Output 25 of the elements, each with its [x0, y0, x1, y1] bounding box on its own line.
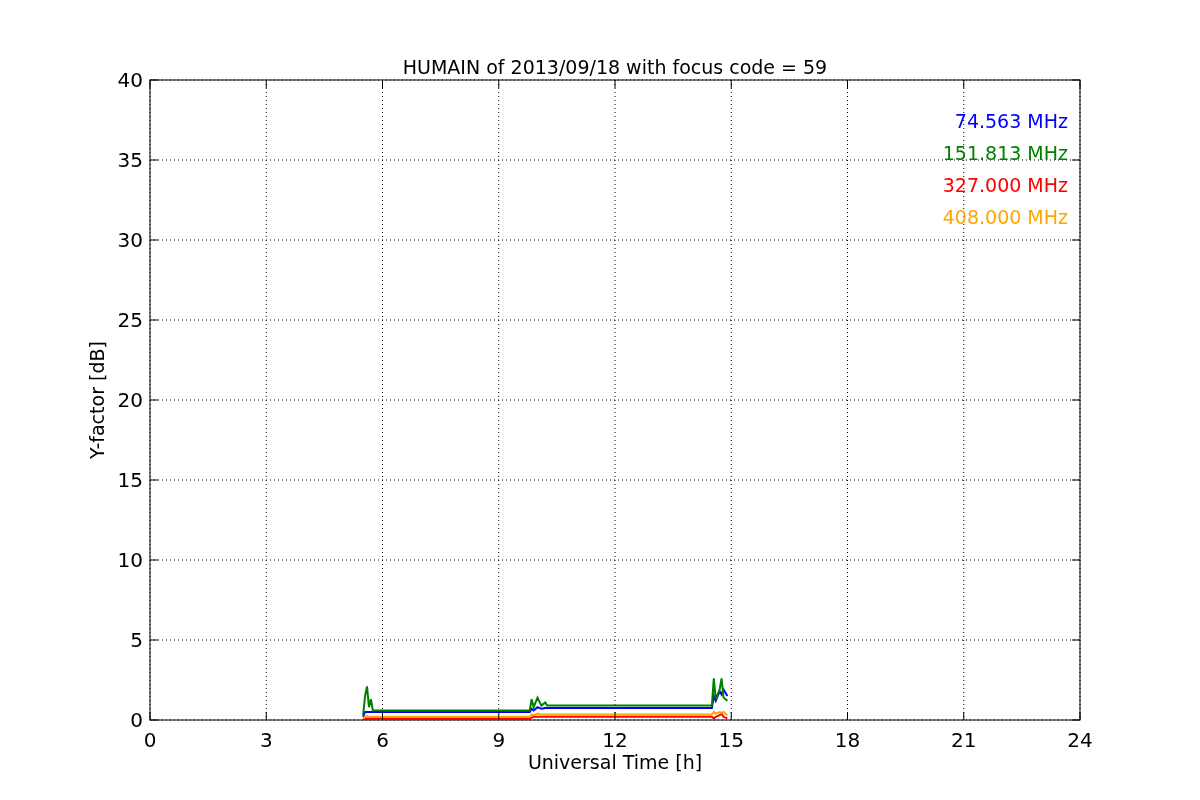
axis-tick-label: 6 [376, 728, 389, 752]
axis-tick-label: 0 [130, 708, 143, 732]
axis-tick-label: 25 [117, 308, 143, 332]
axis-tick-label: 12 [602, 728, 628, 752]
legend-label: 408.000 MHz [942, 206, 1068, 228]
axis-tick-label: 20 [117, 388, 143, 412]
legend-label: 74.563 MHz [954, 110, 1068, 132]
axis-tick-label: 18 [834, 728, 861, 752]
axis-tick-label: 5 [130, 628, 143, 652]
chart-title: HUMAIN of 2013/09/18 with focus code = 59 [402, 56, 828, 78]
legend-label: 151.813 MHz [942, 142, 1068, 164]
axis-tick-label: 9 [492, 728, 506, 752]
axis-tick-label: 40 [117, 68, 143, 92]
axis-tick-label: 24 [1067, 728, 1093, 752]
axis-tick-label: 0 [143, 728, 157, 752]
legend-label: 327.000 MHz [942, 174, 1068, 196]
y-axis-label: Y-factor [dB] [86, 341, 108, 459]
axis-tick-label: 30 [117, 228, 143, 252]
axis-tick-label: 35 [117, 148, 143, 172]
axis-tick-label: 15 [718, 728, 744, 752]
axis-tick-label: 21 [951, 728, 977, 752]
axis-tick-label: 15 [117, 468, 143, 492]
axis-tick-label: 10 [117, 548, 143, 572]
axis-tick-label: 3 [259, 728, 273, 752]
x-axis-label: Universal Time [h] [527, 751, 703, 773]
